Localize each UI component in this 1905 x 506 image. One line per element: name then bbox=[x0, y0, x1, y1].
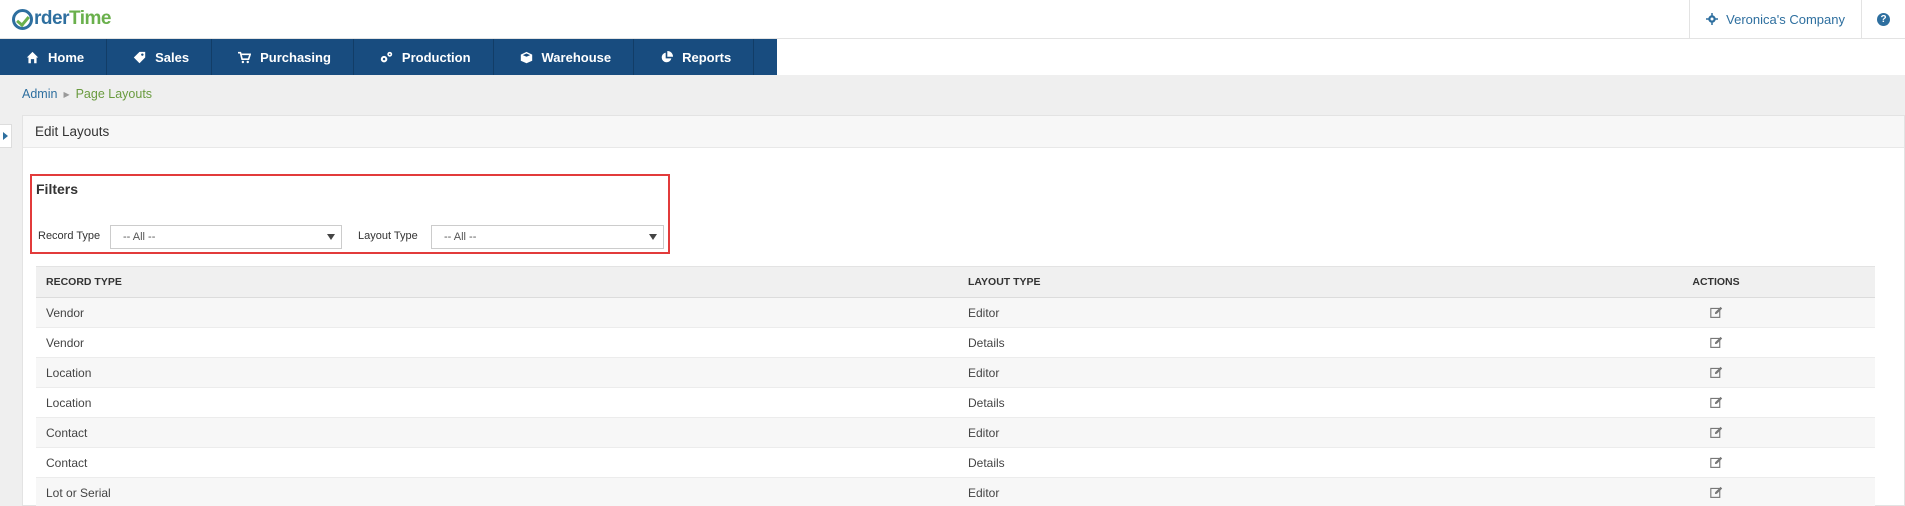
filters-title: Filters bbox=[36, 181, 79, 197]
nav-warehouse-label: Warehouse bbox=[541, 49, 612, 65]
edit-button[interactable] bbox=[1656, 328, 1776, 357]
edit-icon bbox=[1709, 336, 1722, 348]
record-type-cell: Vendor bbox=[46, 335, 85, 350]
nav-warehouse[interactable]: Warehouse bbox=[494, 39, 635, 75]
ordertime-logo[interactable]: rder Time bbox=[12, 7, 111, 31]
breadcrumb-current: Page Layouts bbox=[75, 87, 153, 101]
edit-icon bbox=[1709, 426, 1722, 438]
pie-chart-icon bbox=[661, 50, 674, 62]
table-header: RECORD TYPE LAYOUT TYPE ACTIONS bbox=[36, 266, 1875, 298]
layout-type-label: Layout Type bbox=[358, 230, 418, 242]
layouts-table: RECORD TYPE LAYOUT TYPE ACTIONS Vendor Ed… bbox=[36, 266, 1875, 506]
top-bar: rder Time Veronica's Company ? bbox=[0, 0, 1905, 39]
chevron-right-icon bbox=[3, 132, 8, 140]
nav-reports[interactable]: Reports bbox=[634, 39, 755, 75]
edit-icon bbox=[1709, 366, 1722, 378]
nav-sales[interactable]: Sales bbox=[107, 39, 213, 75]
record-type-cell: Contact bbox=[46, 455, 88, 470]
edit-icon bbox=[1709, 456, 1722, 468]
sidebar-toggle[interactable] bbox=[0, 124, 12, 148]
nav-sales-label: Sales bbox=[155, 49, 190, 65]
panel-title: Edit Layouts bbox=[35, 124, 110, 139]
table-row: Contact Editor bbox=[36, 418, 1875, 448]
company-name: Veronica's Company bbox=[1726, 11, 1845, 27]
record-type-cell: Lot or Serial bbox=[46, 485, 111, 500]
company-switcher[interactable]: Veronica's Company bbox=[1689, 0, 1861, 38]
edit-icon bbox=[1709, 306, 1722, 318]
record-type-cell: Location bbox=[46, 365, 92, 380]
edit-icon bbox=[1709, 396, 1722, 408]
table-row: Location Editor bbox=[36, 358, 1875, 388]
layout-type-cell: Editor bbox=[968, 305, 1000, 320]
layout-type-cell: Details bbox=[968, 455, 1005, 470]
logo-check-icon bbox=[12, 8, 33, 30]
table-row: Lot or Serial Editor bbox=[36, 478, 1875, 506]
nav-reports-label: Reports bbox=[682, 49, 732, 65]
cart-icon bbox=[238, 51, 252, 63]
column-header-layout-type[interactable]: LAYOUT TYPE bbox=[968, 267, 1041, 297]
record-type-cell: Vendor bbox=[46, 305, 85, 320]
layout-type-cell: Editor bbox=[968, 425, 1000, 440]
table-row: Location Details bbox=[36, 388, 1875, 418]
edit-button[interactable] bbox=[1656, 418, 1776, 447]
layout-type-cell: Editor bbox=[968, 365, 1000, 380]
table-row: Vendor Editor bbox=[36, 298, 1875, 328]
layout-type-cell: Details bbox=[968, 395, 1005, 410]
dropdown-arrow-icon bbox=[649, 234, 657, 240]
panel-header: Edit Layouts bbox=[23, 116, 1904, 148]
nav-purchasing-label: Purchasing bbox=[260, 49, 331, 65]
table-row: Contact Details bbox=[36, 448, 1875, 478]
column-header-record-type[interactable]: RECORD TYPE bbox=[46, 267, 122, 297]
breadcrumb: Admin ▶ Page Layouts bbox=[22, 87, 152, 101]
logo-text-order: rder bbox=[34, 8, 69, 29]
edit-button[interactable] bbox=[1656, 298, 1776, 327]
gear-icon bbox=[1706, 13, 1719, 25]
record-type-select[interactable]: -- All -- bbox=[110, 225, 342, 249]
nav-production-label: Production bbox=[401, 49, 471, 65]
record-type-value: -- All -- bbox=[123, 231, 156, 243]
cube-icon bbox=[520, 51, 532, 63]
record-type-cell: Location bbox=[46, 395, 92, 410]
help-icon: ? bbox=[1877, 12, 1890, 26]
nav-home[interactable]: Home bbox=[0, 39, 108, 75]
breadcrumb-admin-link[interactable]: Admin bbox=[22, 87, 57, 101]
help-button[interactable]: ? bbox=[1861, 0, 1905, 38]
home-icon bbox=[26, 51, 39, 63]
layout-type-cell: Details bbox=[968, 335, 1005, 350]
logo-text-time: Time bbox=[68, 8, 112, 29]
tag-icon bbox=[133, 51, 146, 63]
column-header-actions: ACTIONS bbox=[1692, 276, 1740, 288]
layout-type-cell: Editor bbox=[968, 485, 1000, 500]
edit-button[interactable] bbox=[1656, 478, 1776, 506]
edit-button[interactable] bbox=[1656, 388, 1776, 417]
nav-purchasing[interactable]: Purchasing bbox=[212, 39, 354, 75]
record-type-cell: Contact bbox=[46, 425, 88, 440]
nav-production[interactable]: Production bbox=[354, 39, 494, 75]
edit-button[interactable] bbox=[1656, 448, 1776, 477]
layout-type-value: -- All -- bbox=[444, 231, 477, 243]
main-nav: Home Sales Purchasing Production Warehou… bbox=[0, 39, 777, 75]
dropdown-arrow-icon bbox=[327, 234, 335, 240]
edit-icon bbox=[1709, 486, 1722, 498]
table-body: Vendor Editor Vendor Details Location Editor L… bbox=[36, 298, 1875, 506]
nav-filler bbox=[777, 39, 1905, 75]
breadcrumb-separator-icon: ▶ bbox=[63, 89, 70, 99]
record-type-label: Record Type bbox=[38, 230, 101, 242]
gears-icon bbox=[380, 51, 393, 62]
nav-home-label: Home bbox=[48, 49, 85, 65]
layout-type-select[interactable]: -- All -- bbox=[431, 225, 664, 249]
table-row: Vendor Details bbox=[36, 328, 1875, 358]
edit-button[interactable] bbox=[1656, 358, 1776, 387]
